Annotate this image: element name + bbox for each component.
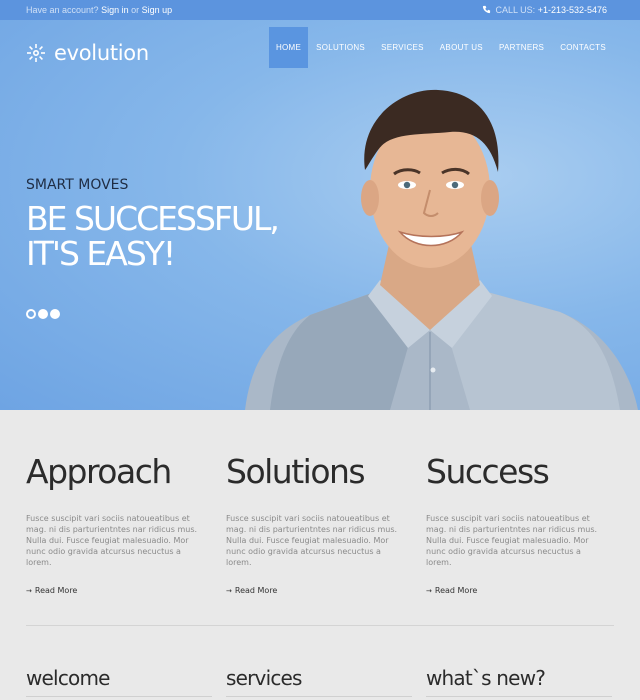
slider-pagination [26,309,60,319]
arrow-right-icon: → [26,587,32,595]
nav-item-about-us[interactable]: ABOUT US [432,27,491,68]
feature-title: Solutions [226,452,366,491]
top-bar: Have an account? Sign in or Sign up CALL… [0,0,640,20]
hero-person-image [245,89,638,410]
contact-phone: CALL US: +1-213-532-5476 [482,5,607,15]
feature-title: Approach [26,452,172,491]
heading-underline [426,696,612,697]
feature-column-approach: Approach Fusce suscipit vari sociis nato… [26,452,206,595]
read-more-label: Read More [34,586,78,595]
hero-banner: evolution HOME SOLUTIONS SERVICES ABOUT US P… [0,20,640,410]
services-heading: services [226,666,302,690]
phone-icon [482,5,491,14]
logo-name: evolution [54,41,149,65]
call-label: CALL US: [495,5,536,15]
slider-dot[interactable] [38,309,48,319]
feature-text: Fusce suscipit vari sociis natoueatibus … [226,514,398,567]
slider-dot[interactable] [26,309,36,319]
read-more-link[interactable]: → Read More [226,586,406,595]
read-more-label: Read More [234,586,278,595]
feature-text: Fusce suscipit vari sociis natoueatibus … [26,514,198,567]
nav-item-solutions[interactable]: SOLUTIONS [308,27,373,68]
read-more-label: Read More [434,586,478,595]
slider-dot[interactable] [50,309,60,319]
account-prompt: Have an account? [26,5,99,15]
hero-kicker: SMART MOVES [26,177,129,193]
feature-title: Success [426,452,550,491]
whats-new-heading: what`s new? [426,666,546,690]
nav-item-services[interactable]: SERVICES [373,27,432,68]
arrow-right-icon: → [426,587,432,595]
nav-item-partners[interactable]: PARTNERS [491,27,552,68]
heading-underline [226,696,412,697]
sign-up-link[interactable]: Sign up [142,5,173,15]
feature-column-success: Success Fusce suscipit vari sociis natou… [426,452,606,595]
or-text: or [131,5,140,15]
sign-in-link[interactable]: Sign in [101,5,129,15]
read-more-link[interactable]: → Read More [426,586,606,595]
account-links: Have an account? Sign in or Sign up [26,5,172,15]
logo[interactable]: evolution [26,40,149,66]
heading-underline [26,696,212,697]
welcome-heading: welcome [26,666,110,690]
phone-number[interactable]: +1-213-532-5476 [538,5,607,15]
read-more-link[interactable]: → Read More [26,586,206,595]
section-divider [26,625,614,626]
logo-mark-icon [27,44,45,62]
feature-text: Fusce suscipit vari sociis natoueatibus … [426,514,598,567]
nav-item-contacts[interactable]: CONTACTS [552,27,614,68]
arrow-right-icon: → [226,587,232,595]
main-nav: HOME SOLUTIONS SERVICES ABOUT US PARTNERS CON… [268,27,614,68]
nav-item-home[interactable]: HOME [268,27,309,68]
feature-column-solutions: Solutions Fusce suscipit vari sociis nat… [226,452,406,595]
